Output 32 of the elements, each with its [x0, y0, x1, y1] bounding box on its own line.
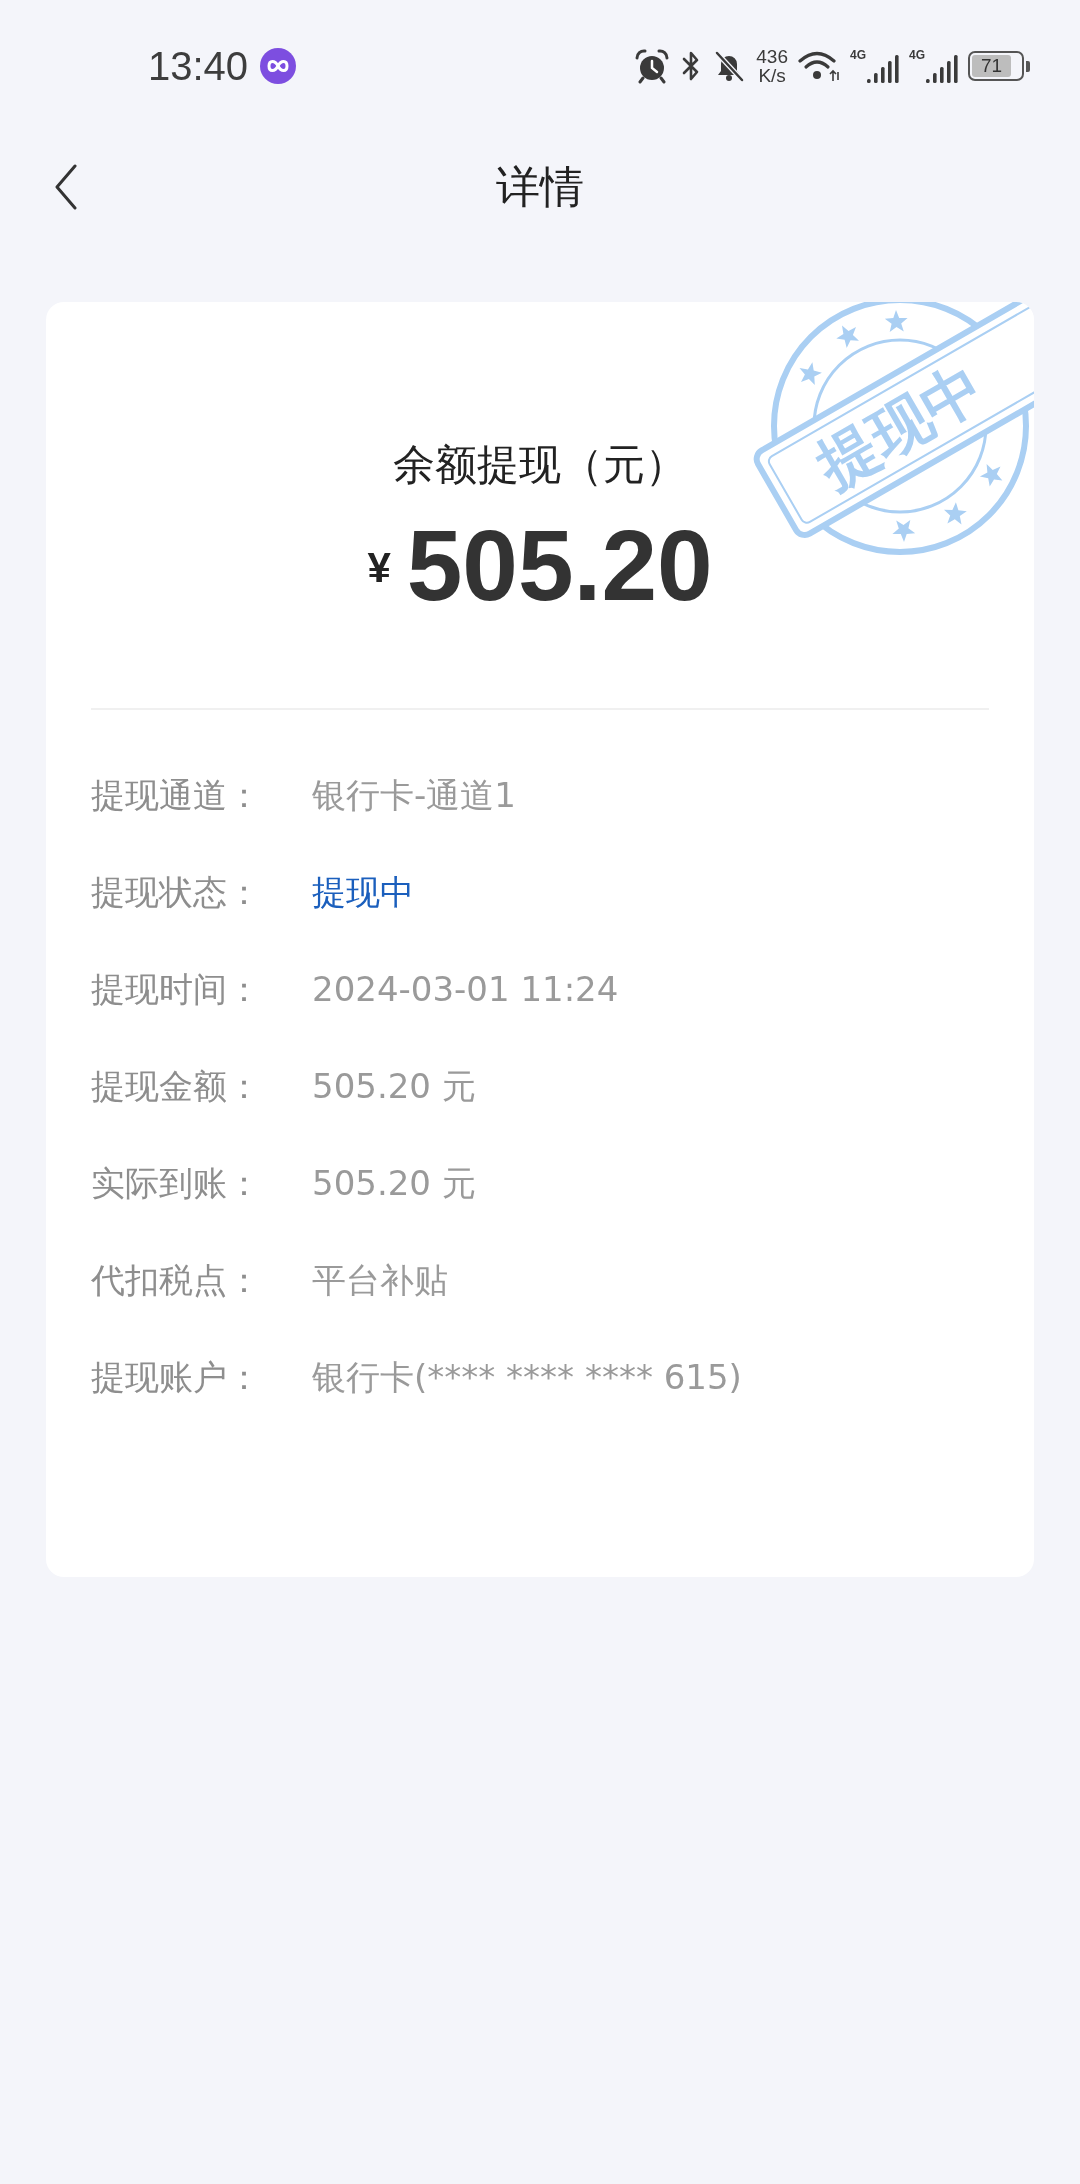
alarm-clock-icon: [634, 48, 671, 84]
bell-muted-icon: [712, 49, 747, 83]
network-speed-unit: K/s: [758, 66, 786, 85]
chevron-left-icon: [54, 164, 78, 210]
page-title: 详情: [496, 160, 584, 214]
detail-label: 提现通道：: [91, 774, 261, 818]
detail-value: 2024-03-01 11:24: [312, 968, 619, 1012]
loop-icon: [260, 48, 297, 84]
detail-label: 提现状态：: [91, 871, 261, 915]
amount-value: 505.20: [406, 515, 713, 615]
network-type-label: 4G: [909, 49, 925, 61]
wifi-icon: [797, 50, 840, 82]
amount-title: 余额提现（元）: [393, 439, 687, 491]
stamp-text: 提现中: [804, 350, 996, 502]
signal-icon: [926, 53, 958, 83]
status-time: 13:40: [148, 46, 249, 86]
detail-value: 银行卡-通道1: [312, 774, 516, 818]
currency-symbol: ¥: [367, 547, 391, 589]
detail-label: 提现时间：: [91, 968, 261, 1012]
detail-value: 505.20 元: [312, 1162, 476, 1206]
detail-label: 提现账户：: [91, 1356, 261, 1400]
detail-label: 实际到账：: [91, 1162, 261, 1206]
detail-value: 平台补贴: [312, 1259, 448, 1303]
detail-label: 提现金额：: [91, 1065, 261, 1109]
network-speed-text: 436: [756, 47, 788, 66]
detail-label: 代扣税点：: [91, 1259, 261, 1303]
detail-value: 银行卡(**** **** **** 615): [312, 1356, 742, 1400]
status-value: 提现中: [312, 871, 414, 915]
signal-icon: [867, 53, 899, 83]
battery-level-text: 71: [972, 55, 1012, 77]
network-type-label: 4G: [849, 49, 866, 61]
detail-value: 505.20 元: [312, 1065, 476, 1109]
